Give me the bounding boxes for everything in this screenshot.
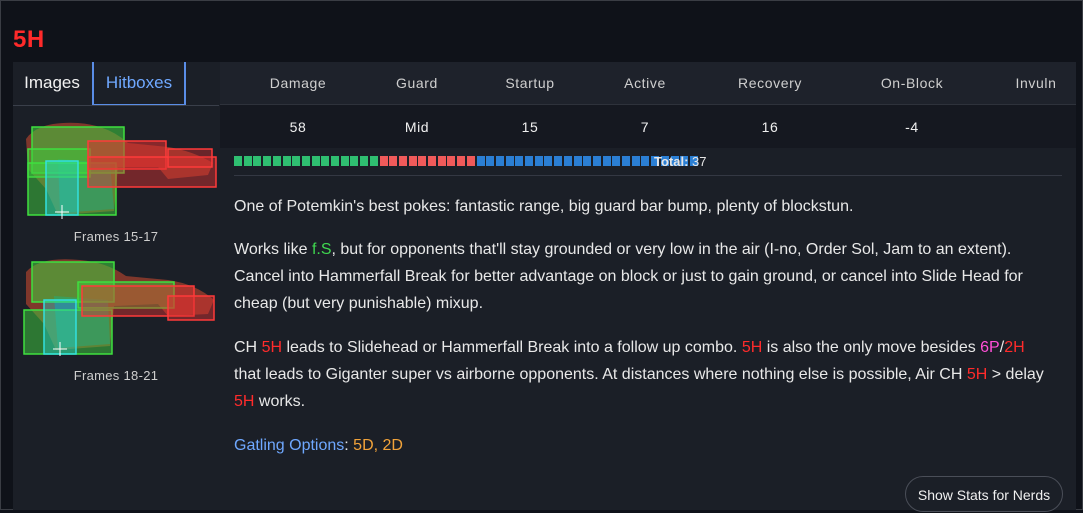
text-span: Works like	[234, 241, 312, 258]
text-span: that leads to Giganter super vs airborne…	[234, 366, 967, 383]
frame-square-recovery	[534, 156, 543, 166]
frame-square-startup	[311, 156, 320, 166]
frame-square-active	[418, 156, 427, 166]
move-link-2h[interactable]: 2H	[1004, 339, 1024, 356]
gatling-5d-link[interactable]: 5D	[353, 437, 373, 454]
frame-square-recovery	[612, 156, 621, 166]
figure-caption-1: Frames 15-17	[73, 229, 159, 244]
frame-square-recovery	[622, 156, 630, 166]
frame-square-startup	[360, 156, 369, 166]
stats-value-row: 58 Mid 15 7 16 -4	[220, 105, 1076, 148]
frame-square-startup	[263, 156, 272, 166]
move-link-5h[interactable]: 5H	[742, 339, 762, 356]
frame-square-startup	[234, 156, 242, 166]
frame-square-active	[389, 156, 398, 166]
move-link-5h[interactable]: 5H	[967, 366, 987, 383]
frame-square-recovery	[495, 156, 504, 166]
frame-square-startup	[253, 156, 262, 166]
frame-square-startup	[282, 156, 291, 166]
frame-square-recovery	[476, 156, 485, 166]
value-active: 7	[640, 119, 650, 135]
frame-bar-divider	[234, 175, 1062, 176]
total-value: 37	[692, 154, 707, 169]
move-title: 5H	[13, 26, 45, 53]
frame-square-recovery	[554, 156, 563, 166]
value-startup: 15	[521, 119, 539, 135]
hitbox-image-frames-15-17[interactable]	[18, 119, 218, 227]
frame-square-active	[466, 156, 475, 166]
show-stats-for-nerds-button[interactable]: Show Stats for Nerds	[905, 476, 1063, 512]
text-span: ,	[373, 437, 383, 454]
text-span: CH	[234, 339, 262, 356]
tabs-divider	[13, 105, 219, 106]
frame-square-startup	[340, 156, 349, 166]
move-link-6p[interactable]: 6P	[980, 339, 1000, 356]
frame-square-startup	[272, 156, 281, 166]
frame-square-active	[379, 156, 388, 166]
value-damage: 58	[289, 119, 307, 135]
description-paragraph-2: Works like f.S, but for opponents that'l…	[234, 236, 1054, 317]
frame-square-startup	[331, 156, 339, 166]
frame-square-recovery	[544, 156, 553, 166]
description-paragraph-1: One of Potemkin's best pokes: fantastic …	[234, 198, 854, 215]
frame-square-recovery	[602, 156, 611, 166]
move-link-fs[interactable]: f.S	[312, 241, 332, 258]
text-span: > delay	[987, 366, 1044, 383]
frame-square-recovery	[563, 156, 572, 166]
frame-square-active	[408, 156, 417, 166]
text-span: :	[344, 437, 354, 454]
frame-data-table: Damage Guard Startup Active Recovery On-…	[220, 62, 1076, 148]
frame-square-recovery	[505, 156, 514, 166]
header-on-block: On-Block	[880, 75, 944, 91]
header-active: Active	[624, 75, 666, 91]
value-on-block: -4	[905, 119, 919, 135]
frame-square-recovery	[592, 156, 601, 166]
text-span: works.	[254, 393, 306, 410]
frame-square-startup	[369, 156, 378, 166]
total-label: Total:	[654, 154, 689, 169]
move-link-5h[interactable]: 5H	[262, 339, 282, 356]
frame-square-recovery	[641, 156, 650, 166]
frame-square-recovery	[573, 156, 582, 166]
header-recovery: Recovery	[738, 75, 802, 91]
header-startup: Startup	[505, 75, 555, 91]
header-invuln: Invuln	[1015, 75, 1057, 91]
move-panel: Images Hitboxes Frames 15-17 Frames 18-2…	[13, 62, 1076, 512]
value-recovery: 16	[761, 119, 779, 135]
text-span: , but for opponents that'll stay grounde…	[234, 241, 1023, 312]
gatling-2d-link[interactable]: 2D	[383, 437, 403, 454]
frame-square-active	[428, 156, 436, 166]
move-link-5h[interactable]: 5H	[234, 393, 254, 410]
frame-square-startup	[301, 156, 310, 166]
frame-square-recovery	[515, 156, 524, 166]
frame-square-active	[398, 156, 407, 166]
frame-square-active	[457, 156, 466, 166]
tab-hitboxes[interactable]: Hitboxes	[92, 62, 186, 106]
header-damage: Damage	[269, 75, 327, 91]
description-paragraph-3: CH 5H leads to Slidehead or Hammerfall B…	[234, 334, 1054, 415]
frame-square-recovery	[631, 156, 640, 166]
frame-square-startup	[243, 156, 252, 166]
text-span: leads to Slidehead or Hammerfall Break i…	[282, 339, 742, 356]
frame-square-recovery	[525, 156, 533, 166]
header-guard: Guard	[396, 75, 438, 91]
gatling-options-link[interactable]: Gatling Options	[234, 437, 344, 454]
value-guard: Mid	[404, 119, 430, 135]
stats-header-row: Damage Guard Startup Active Recovery On-…	[220, 62, 1076, 105]
frame-total: Total: 37	[654, 154, 707, 169]
frame-square-startup	[350, 156, 359, 166]
image-tabs: Images Hitboxes	[13, 62, 219, 106]
hitbox-image-frames-18-21[interactable]	[18, 254, 218, 362]
frame-square-recovery	[486, 156, 495, 166]
frame-square-active	[447, 156, 456, 166]
tab-images[interactable]: Images	[13, 62, 91, 104]
gatling-options: Gatling Options: 5D, 2D	[234, 432, 1054, 459]
frame-square-startup	[292, 156, 301, 166]
frame-square-recovery	[583, 156, 592, 166]
text-span: is also the only move besides	[762, 339, 981, 356]
frame-square-active	[437, 156, 446, 166]
frame-square-startup	[321, 156, 330, 166]
figure-caption-2: Frames 18-21	[73, 368, 159, 383]
